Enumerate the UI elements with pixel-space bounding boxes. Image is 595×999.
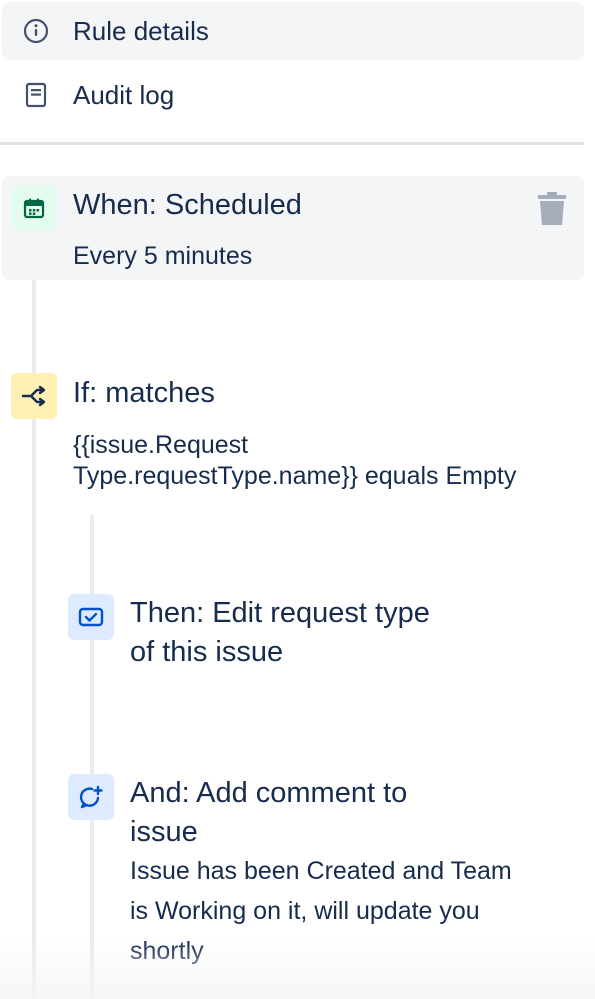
branch-icon (11, 373, 57, 419)
branch-flow-rail (90, 515, 94, 999)
nav-audit-log[interactable]: Audit log (2, 66, 584, 124)
trigger-subtitle: Every 5 minutes (73, 242, 253, 270)
calendar-icon (11, 185, 57, 231)
divider (0, 142, 584, 145)
document-icon (22, 81, 50, 109)
action2-desc-line2: is Working on it, will update you (130, 897, 480, 925)
trash-icon[interactable] (533, 190, 571, 228)
action2-desc-line3: shortly (130, 937, 204, 965)
action2-title-line1: And: Add comment to (130, 777, 408, 809)
nav-rule-details-label: Rule details (73, 15, 209, 46)
nav-audit-log-label: Audit log (73, 79, 175, 110)
main-flow-rail (32, 222, 36, 999)
edit-request-icon (68, 594, 114, 640)
action1-title-line2: of this issue (130, 636, 284, 668)
action2-title-line2: issue (130, 816, 198, 848)
nav-rule-details[interactable]: Rule details (2, 2, 584, 60)
trigger-title: When: Scheduled (73, 189, 302, 221)
condition-title: If: matches (73, 377, 215, 409)
condition-detail-line2: Type.requestType.name}} equals Empty (73, 462, 517, 490)
add-comment-icon (68, 774, 114, 820)
info-icon (22, 17, 50, 45)
action1-title-line1: Then: Edit request type (130, 597, 430, 629)
action2-desc-line1: Issue has been Created and Team (130, 857, 512, 885)
